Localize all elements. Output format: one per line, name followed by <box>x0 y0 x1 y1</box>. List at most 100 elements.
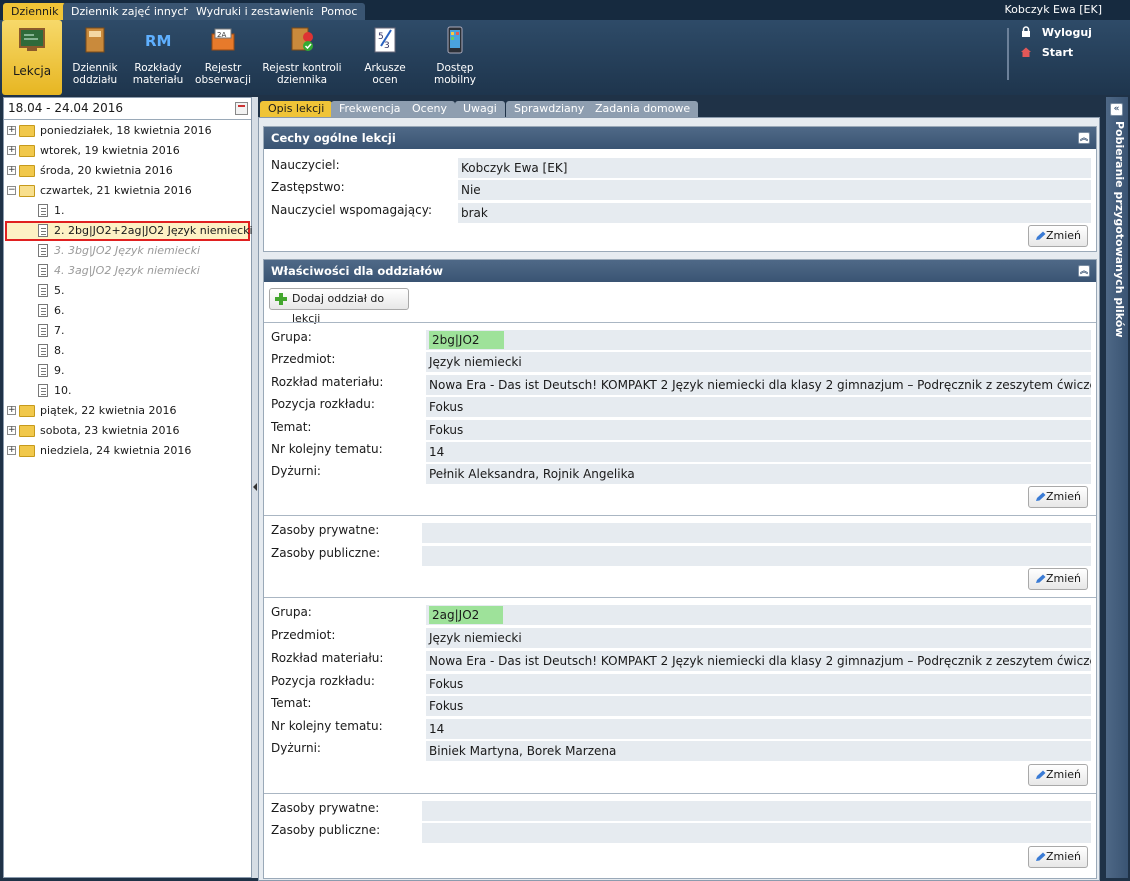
tree-day-saturday[interactable]: + sobota, 23 kwietnia 2016 <box>4 422 249 440</box>
subject-value: Język niemiecki <box>426 628 1091 648</box>
menu-tab-dziennik[interactable]: Dziennik <box>3 3 67 20</box>
material-plan-value: Nowa Era - Das ist Deutsch! KOMPAKT 2 Ję… <box>426 375 1091 395</box>
lesson-tree-panel: 18.04 - 24.04 2016 + poniedziałek, 18 kwi… <box>3 97 253 878</box>
private-resources-value <box>422 801 1091 821</box>
ribbon-toolbar: Lekcja Dziennik oddziału RM Rozkłady mat… <box>0 20 1130 95</box>
group-value: 2bg|JO2 <box>426 330 1091 350</box>
assistant-teacher-value: brak <box>458 203 1091 223</box>
rejestr-kontroli-button[interactable]: Rejestr kontroli dziennika <box>258 20 346 95</box>
tree-day-friday[interactable]: + piątek, 22 kwietnia 2016 <box>4 402 249 420</box>
menu-tab-dziennik-zajec-innych[interactable]: Dziennik zajęć innych <box>63 3 199 20</box>
substitution-value: Nie <box>458 180 1091 200</box>
folder-icon <box>19 125 35 137</box>
expand-icon[interactable]: + <box>7 126 16 135</box>
expand-sidebar-icon[interactable]: « <box>1110 103 1123 116</box>
general-features-panel: Cechy ogólne lekcji ︽ Nauczyciel: Zastęps… <box>263 126 1097 252</box>
tree-lesson-2[interactable]: 2. 2bg|JO2+2ag|JO2 Język niemiecki <box>4 222 253 240</box>
collapse-icon[interactable]: ︽ <box>1078 265 1090 277</box>
expand-icon[interactable]: + <box>7 446 16 455</box>
topic-value: Fokus <box>426 696 1091 716</box>
tab-sprawdziany[interactable]: Sprawdziany <box>506 101 593 117</box>
folder-icon <box>19 425 35 437</box>
tree-lesson-6[interactable]: 6. <box>4 302 249 320</box>
tree-day-tuesday[interactable]: + wtorek, 19 kwietnia 2016 <box>4 142 249 160</box>
ribbon-separator <box>1007 28 1009 80</box>
document-icon <box>38 364 48 377</box>
tree-lesson-10[interactable]: 10. <box>4 382 249 400</box>
menu-tab-pomoc[interactable]: Pomoc <box>313 3 366 20</box>
teacher-value: Kobczyk Ewa [EK] <box>458 158 1091 178</box>
lock-icon <box>1022 26 1030 37</box>
tree-lesson-1[interactable]: 1. <box>4 202 249 220</box>
tree-day-sunday[interactable]: + niedziela, 24 kwietnia 2016 <box>4 442 249 460</box>
subject-value: Język niemiecki <box>426 352 1091 372</box>
home-icon <box>1021 47 1031 57</box>
private-resources-value <box>422 523 1091 543</box>
plan-position-value: Fokus <box>426 397 1091 417</box>
file-download-sidebar[interactable]: « Pobieranie przygotowanych plików <box>1106 97 1128 878</box>
rejestr-obserwacji-button[interactable]: 2A Rejestr obserwacji <box>192 20 254 95</box>
folder-icon <box>19 145 35 157</box>
tab-frekwencja[interactable]: Frekwencja <box>331 101 409 117</box>
topic-number-value: 14 <box>426 719 1091 739</box>
rozklady-materialu-button[interactable]: RM Rozkłady materiału <box>128 20 188 95</box>
tree-lesson-4[interactable]: 4. 3ag|JO2 Język niemiecki <box>4 262 249 280</box>
calendar-icon[interactable] <box>235 102 248 115</box>
change-button[interactable]: Zmień <box>1028 225 1088 247</box>
journal-book-icon <box>85 27 105 53</box>
logout-link[interactable]: Wyloguj <box>1020 26 1092 39</box>
tree-day-wednesday[interactable]: + środa, 20 kwietnia 2016 <box>4 162 249 180</box>
tree-lesson-3[interactable]: 3. 3bg|JO2 Język niemiecki <box>4 242 249 260</box>
public-resources-value <box>422 546 1091 566</box>
document-icon <box>38 204 48 217</box>
folder-open-icon <box>19 185 35 197</box>
grade-sheet-icon: 53 <box>374 27 396 53</box>
dostep-mobilny-button[interactable]: Dostęp mobilny <box>424 20 486 95</box>
collapse-icon[interactable]: ︽ <box>1078 132 1090 144</box>
top-menu-bar: Dziennik Dziennik zajęć innych Wydruki i… <box>0 0 1130 20</box>
tree-lesson-8[interactable]: 8. <box>4 342 249 360</box>
expand-icon[interactable]: + <box>7 426 16 435</box>
divider <box>264 322 1096 323</box>
lesson-board-icon <box>19 28 45 51</box>
tab-opis-lekcji[interactable]: Opis lekcji <box>260 101 333 117</box>
change-button[interactable]: Zmień <box>1028 568 1088 590</box>
tab-uwagi[interactable]: Uwagi <box>455 101 505 117</box>
tree-day-thursday[interactable]: − czwartek, 21 kwietnia 2016 <box>4 182 249 200</box>
panel-header: Cechy ogólne lekcji ︽ <box>264 127 1096 149</box>
tab-oceny[interactable]: Oceny <box>404 101 455 117</box>
start-link[interactable]: Start <box>1020 46 1073 59</box>
add-branch-button[interactable]: Dodaj oddział do lekcji <box>269 288 409 325</box>
menu-tab-wydruki[interactable]: Wydruki i zestawienia <box>188 3 325 20</box>
svg-text:3: 3 <box>384 41 390 51</box>
tree-day-monday[interactable]: + poniedziałek, 18 kwietnia 2016 <box>4 122 249 140</box>
date-range[interactable]: 18.04 - 24.04 2016 <box>4 98 251 120</box>
expand-icon[interactable]: + <box>7 166 16 175</box>
change-button[interactable]: Zmień <box>1028 764 1088 786</box>
document-icon <box>38 344 48 357</box>
tab-zadania-domowe[interactable]: Zadania domowe <box>587 101 699 117</box>
lekcja-button[interactable]: Lekcja <box>2 20 62 95</box>
document-icon <box>38 284 48 297</box>
dziennik-oddzialu-button[interactable]: Dziennik oddziału <box>66 20 124 95</box>
arkusze-ocen-button[interactable]: 53 Arkusze ocen <box>354 20 416 95</box>
divider <box>264 597 1096 598</box>
collapse-icon[interactable]: − <box>7 186 16 195</box>
duty-students-value: Biniek Martyna, Borek Marzena <box>426 741 1091 761</box>
tree-lesson-5[interactable]: 5. <box>4 282 249 300</box>
plan-position-value: Fokus <box>426 674 1091 694</box>
plus-icon <box>275 293 287 305</box>
change-button[interactable]: Zmień <box>1028 846 1088 868</box>
divider <box>264 793 1096 794</box>
svg-text:2A: 2A <box>217 31 226 39</box>
tree-lesson-7[interactable]: 7. <box>4 322 249 340</box>
expand-icon[interactable]: + <box>7 406 16 415</box>
document-icon <box>38 264 48 277</box>
public-resources-value <box>422 823 1091 843</box>
document-icon <box>38 324 48 337</box>
lesson-details: Cechy ogólne lekcji ︽ Nauczyciel: Zastęps… <box>258 117 1100 881</box>
folder-icon <box>19 405 35 417</box>
change-button[interactable]: Zmień <box>1028 486 1088 508</box>
expand-icon[interactable]: + <box>7 146 16 155</box>
tree-lesson-9[interactable]: 9. <box>4 362 249 380</box>
